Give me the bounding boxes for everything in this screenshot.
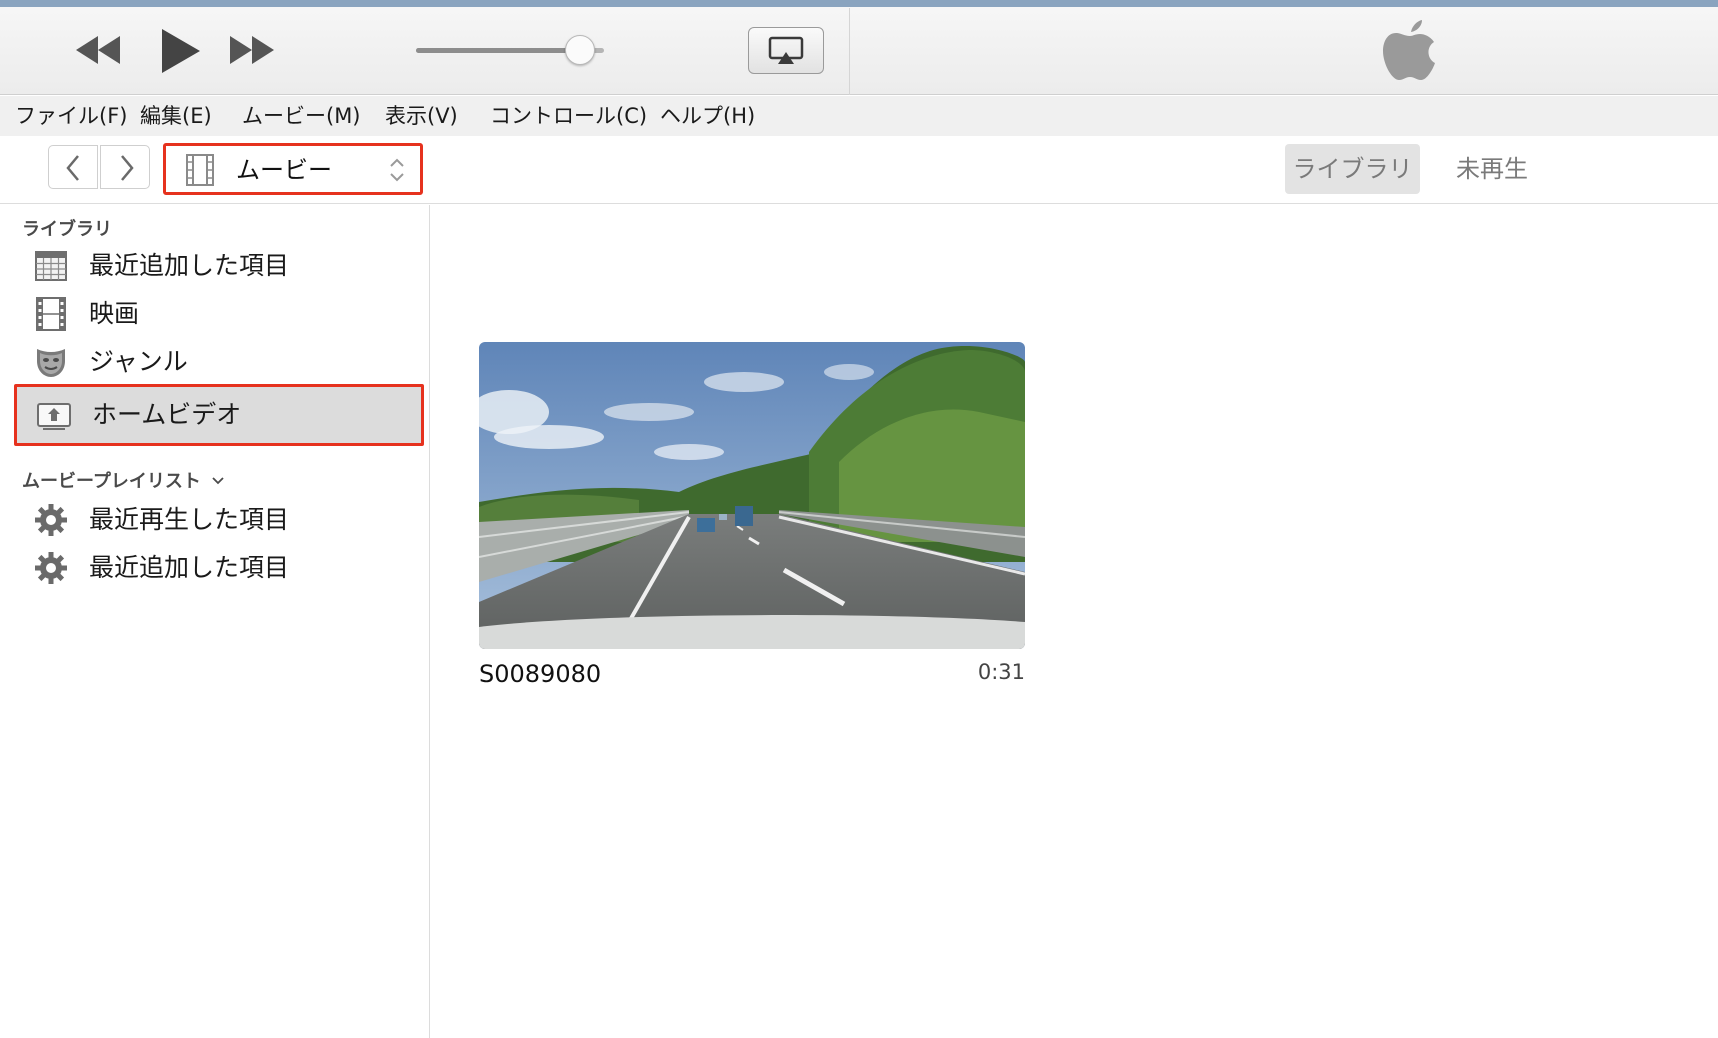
chevron-down-icon — [212, 477, 224, 485]
fast-forward-icon — [230, 36, 274, 64]
volume-knob[interactable] — [564, 35, 595, 65]
play-button[interactable] — [156, 26, 202, 76]
toolbar-divider — [849, 8, 850, 95]
airplay-icon — [768, 36, 804, 64]
masks-icon — [37, 349, 65, 377]
menu-bar: ファイル(F) 編集(E) ムービー(M) 表示(V) コントロール(C) ヘル… — [0, 96, 1718, 136]
sidebar-item-label: ホームビデオ — [92, 400, 242, 429]
media-kind-label: ムービー — [236, 156, 332, 184]
fast-forward-button[interactable] — [228, 30, 276, 70]
gear-icon — [35, 552, 67, 584]
sidebar-item-label: 最近再生した項目 — [89, 505, 290, 534]
navigation-bar: ムービー ライブラリ 未再生 — [0, 136, 1718, 204]
sidebar-item-home-videos[interactable]: ホームビデオ — [14, 384, 424, 446]
sidebar-item-label: 映画 — [89, 299, 140, 328]
menu-view[interactable]: 表示(V) — [385, 100, 458, 132]
video-duration: 0:31 — [977, 660, 1025, 684]
rewind-icon — [76, 36, 120, 64]
menu-movie[interactable]: ムービー(M) — [242, 100, 361, 132]
home-video-icon — [37, 403, 71, 430]
menu-edit[interactable]: 編集(E) — [140, 100, 212, 132]
grid-icon — [35, 251, 67, 281]
gear-icon — [35, 504, 67, 536]
sidebar-item-recently-added[interactable]: 最近追加した項目 — [14, 243, 424, 289]
rewind-button[interactable] — [74, 30, 122, 70]
sidebar-item-movies[interactable]: 映画 — [14, 291, 424, 337]
playback-toolbar — [0, 0, 1718, 95]
tab-library[interactable]: ライブラリ — [1285, 144, 1420, 194]
back-button[interactable] — [48, 145, 98, 189]
sidebar-item-label: ジャンル — [89, 347, 188, 376]
forward-button[interactable] — [100, 145, 150, 189]
playlists-heading-label: ムービープレイリスト — [22, 471, 201, 492]
airplay-button[interactable] — [748, 27, 824, 74]
road-scene-thumbnail — [479, 342, 1025, 649]
menu-help[interactable]: ヘルプ(H) — [660, 100, 755, 132]
library-heading: ライブラリ — [22, 219, 112, 240]
play-icon — [162, 29, 200, 73]
sidebar-item-label: 最近追加した項目 — [89, 251, 290, 280]
film-icon — [186, 154, 214, 186]
sidebar: ライブラリ 最近追加した項目 映画 ジャンル ホームビデオ ムービープレイリスト… — [0, 205, 430, 1038]
sidebar-item-label: 最近追加した項目 — [89, 553, 290, 582]
video-thumbnail[interactable] — [479, 342, 1025, 649]
menu-controls[interactable]: コントロール(C) — [490, 100, 647, 132]
sidebar-item-recently-played[interactable]: 最近再生した項目 — [14, 497, 424, 543]
apple-logo-icon — [1382, 18, 1438, 82]
menu-file[interactable]: ファイル(F) — [15, 100, 127, 132]
window-title-strip — [0, 0, 1718, 7]
main-content: S0089080 0:31 — [431, 205, 1718, 1038]
film-icon — [36, 297, 66, 331]
updown-chevron-icon — [390, 158, 404, 182]
chevron-left-icon — [66, 155, 79, 181]
sidebar-item-genres[interactable]: ジャンル — [14, 339, 424, 385]
volume-slider[interactable] — [416, 35, 604, 65]
video-title: S0089080 — [479, 660, 602, 688]
volume-fill — [416, 48, 580, 53]
media-kind-selector[interactable]: ムービー — [163, 143, 423, 195]
chevron-right-icon — [121, 155, 134, 181]
sidebar-item-recently-added-playlist[interactable]: 最近追加した項目 — [14, 545, 424, 591]
playlists-heading[interactable]: ムービープレイリスト — [22, 467, 225, 493]
tab-unplayed[interactable]: 未再生 — [1432, 144, 1552, 194]
